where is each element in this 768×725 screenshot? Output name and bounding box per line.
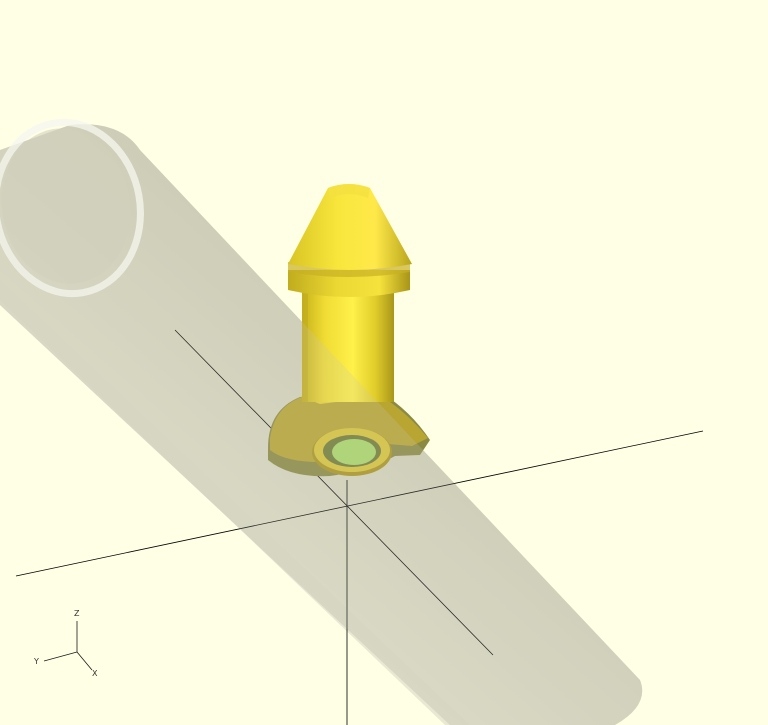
scene-canvas[interactable]: Z Y X: [0, 0, 768, 725]
gizmo-z-label: Z: [74, 609, 80, 618]
3d-viewport[interactable]: Z Y X: [0, 0, 768, 725]
barb-cone: [288, 184, 412, 270]
axes-gizmo: [43, 621, 93, 671]
gizmo-y-label: Y: [33, 657, 39, 666]
gizmo-x-line: [76, 651, 93, 671]
gizmo-y-line: [43, 651, 78, 662]
gizmo-x-label: X: [92, 669, 98, 678]
